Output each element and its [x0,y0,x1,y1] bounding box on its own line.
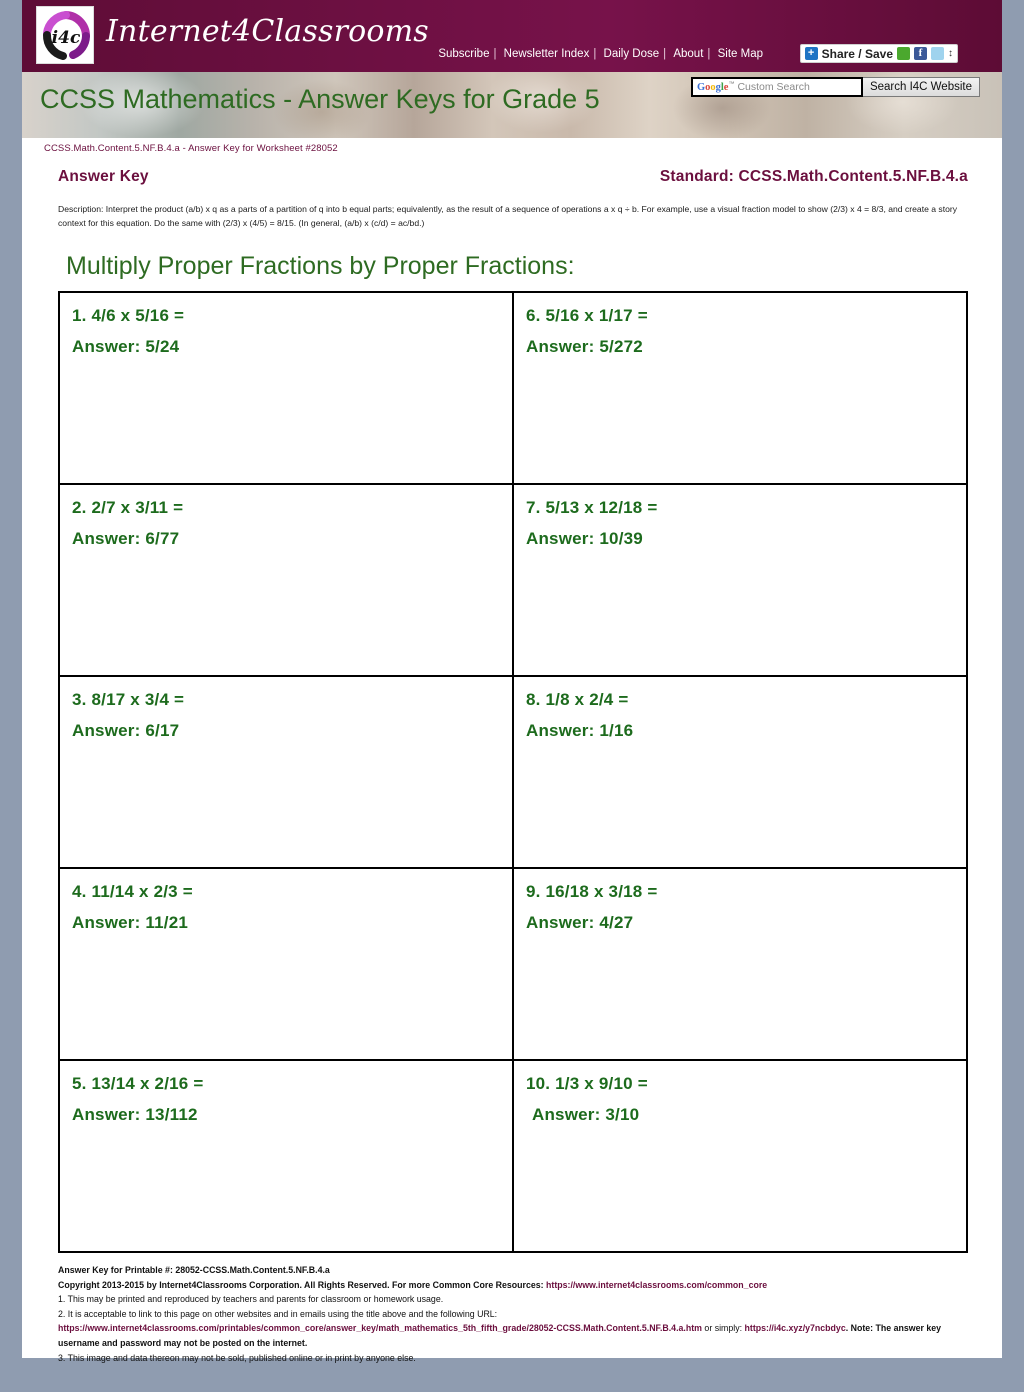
problem-answer: Answer: 4/27 [526,913,634,932]
facebook-icon[interactable]: f [914,47,927,60]
problem-grid: 1. 4/6 x 5/16 = Answer: 5/24 6. 5/16 x 1… [58,291,968,1253]
plus-icon: + [804,47,818,60]
nav-separator: | [493,48,497,60]
chevron-updown-icon[interactable]: ↕ [948,48,953,59]
search-input[interactable]: Google™ Custom Search [690,77,863,97]
site-masthead: i4c Internet4Classrooms Subscribe | Newsl… [22,0,1002,72]
nav-daily-dose[interactable]: Daily Dose [601,48,663,60]
nav-separator: | [593,48,597,60]
problem-cell: 1. 4/6 x 5/16 = Answer: 5/24 [59,292,513,484]
worksheet-heading: Multiply Proper Fractions by Proper Frac… [66,252,575,280]
common-core-link[interactable]: https://www.internet4classrooms.com/comm… [546,1280,767,1290]
problem-question: 7. 5/13 x 12/18 = [526,498,658,517]
addtoany-icon[interactable] [897,47,910,60]
i4c-logo[interactable]: i4c [36,6,94,64]
breadcrumb: CCSS.Math.Content.5.NF.B.4.a - Answer Ke… [44,143,338,154]
standard-description: Description: Interpret the product (a/b)… [58,204,958,228]
problem-question: 4. 11/14 x 2/3 = [72,882,193,901]
problem-answer: Answer: 10/39 [526,529,643,548]
google-wordmark: Google™ [696,81,735,94]
page-title: CCSS Mathematics - Answer Keys for Grade… [40,84,600,114]
search-button[interactable]: Search I4C Website [862,77,980,97]
problem-answer: Answer: 3/10 [532,1105,640,1124]
svg-text:i4c: i4c [52,28,81,48]
i4c-swirl-icon: i4c [43,11,91,60]
search-bar: Google™ Custom Search Search I4C Website [690,77,980,97]
main-content: CCSS.Math.Content.5.NF.B.4.a - Answer Ke… [22,138,1002,1365]
banner-photo-strip: CCSS Mathematics - Answer Keys for Grade… [22,72,1002,138]
terms-line-2: 2. It is acceptable to link to this page… [58,1308,498,1319]
share-save-widget[interactable]: + Share / Save f ↕ [799,44,958,63]
screenshot-root: i4c Internet4Classrooms Subscribe | Newsl… [0,0,1024,1392]
printable-id-line: Answer Key for Printable #: 28052-CCSS.M… [58,1265,330,1275]
answer-key-header-row: Answer Key Standard: CCSS.Math.Content.5… [44,168,980,186]
short-url[interactable]: https://i4c.xyz/y7ncbdyc [745,1323,846,1333]
problem-question: 9. 16/18 x 3/18 = [526,882,658,901]
problem-answer: Answer: 6/17 [72,721,180,740]
terms-line-3: 3. This image and data thereon may not b… [58,1352,416,1363]
problem-answer: Answer: 1/16 [526,721,634,740]
trademark-symbol: ™ [728,81,735,88]
terms-line-2-url-block: https://www.internet4classrooms.com/prin… [58,1321,968,1350]
copyright-text: Copyright 2013-2015 by Internet4Classroo… [58,1279,547,1290]
problem-answer: Answer: 6/77 [72,529,180,548]
nav-separator: | [707,48,711,60]
problem-cell: 10. 1/3 x 9/10 = Answer: 3/10 [513,1060,967,1252]
nav-separator: | [663,48,667,60]
problem-cell: 2. 2/7 x 3/11 = Answer: 6/77 [59,484,513,676]
problem-cell: 9. 16/18 x 3/18 = Answer: 4/27 [513,868,967,1060]
top-navigation: Subscribe | Newsletter Index | Daily Dose |… [435,48,766,60]
problem-cell: 3. 8/17 x 3/4 = Answer: 6/17 [59,676,513,868]
nav-newsletter-index[interactable]: Newsletter Index [501,48,593,60]
problem-answer: Answer: 5/272 [526,337,643,356]
problem-cell: 5. 13/14 x 2/16 = Answer: 13/112 [59,1060,513,1252]
problem-question: 8. 1/8 x 2/4 = [526,690,629,709]
standard-label: Standard: CCSS.Math.Content.5.NF.B.4.a [659,168,968,185]
copyright-line: Copyright 2013-2015 by Internet4Classroo… [58,1278,968,1293]
problem-cell: 4. 11/14 x 2/3 = Answer: 11/21 [59,868,513,1060]
footer-notes: Answer Key for Printable #: 28052-CCSS.M… [58,1263,968,1365]
problem-cell: 6. 5/16 x 1/17 = Answer: 5/272 [513,292,967,484]
printable-url[interactable]: https://www.internet4classrooms.com/prin… [58,1323,702,1333]
problem-question: 1. 4/6 x 5/16 = [72,306,185,325]
problem-question: 6. 5/16 x 1/17 = [526,306,648,325]
nav-site-map[interactable]: Site Map [715,48,766,60]
problem-answer: Answer: 13/112 [72,1105,198,1124]
problem-answer: Answer: 11/21 [72,913,188,932]
page-sheet: i4c Internet4Classrooms Subscribe | Newsl… [22,0,1002,1363]
problem-question: 5. 13/14 x 2/16 = [72,1074,204,1093]
problem-question: 2. 2/7 x 3/11 = [72,498,184,517]
problem-cell: 7. 5/13 x 12/18 = Answer: 10/39 [513,484,967,676]
nav-subscribe[interactable]: Subscribe [435,48,492,60]
answer-key-label: Answer Key [58,168,149,185]
twitter-icon[interactable] [931,47,944,60]
terms-2-mid: or simply: [701,1323,745,1334]
problem-answer: Answer: 5/24 [72,337,180,356]
search-placeholder: Custom Search [737,81,810,93]
nav-about[interactable]: About [670,48,706,60]
terms-line-1: 1. This may be printed and reproduced by… [58,1294,444,1305]
problem-cell: 8. 1/8 x 2/4 = Answer: 1/16 [513,676,967,868]
problem-question: 3. 8/17 x 3/4 = [72,690,185,709]
brand-name: Internet4Classrooms [106,14,429,49]
share-save-label: Share / Save [821,46,893,61]
problem-question: 10. 1/3 x 9/10 = [526,1074,648,1093]
